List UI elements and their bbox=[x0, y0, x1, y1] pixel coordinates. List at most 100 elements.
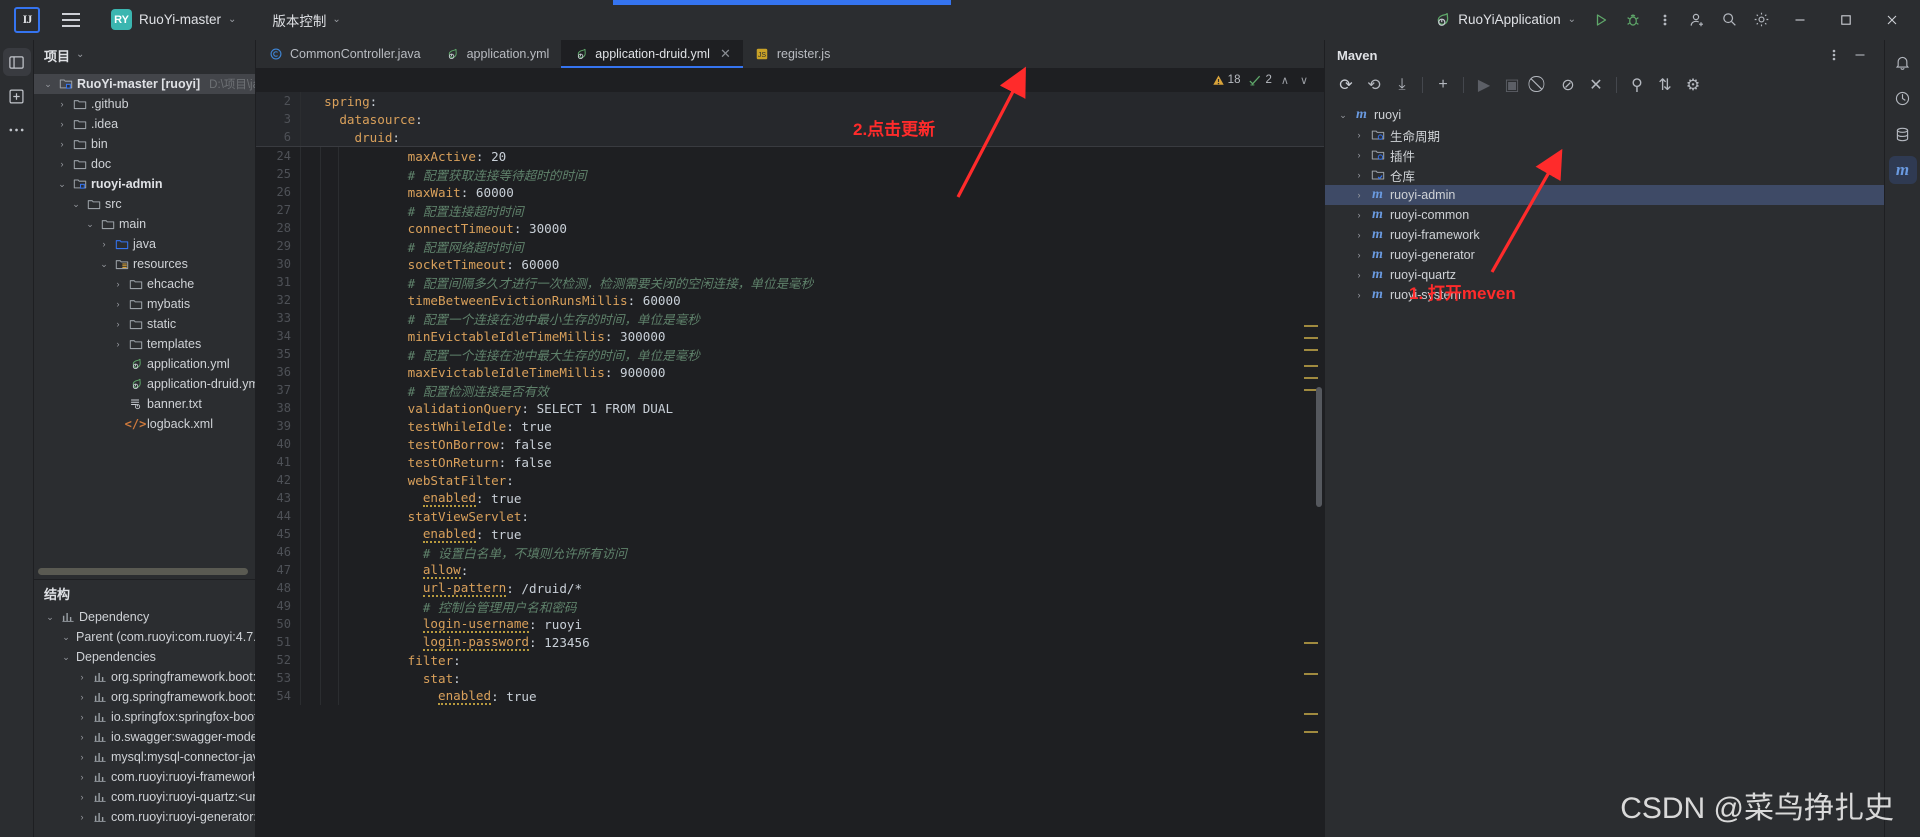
project-tree-item[interactable]: › templates bbox=[34, 334, 255, 354]
chevron-down-icon[interactable]: ⌄ bbox=[76, 50, 84, 60]
maven-tree-item[interactable]: › m ruoyi-framework bbox=[1325, 225, 1884, 245]
maven-tool-window-icon[interactable]: m bbox=[1888, 156, 1917, 184]
tree-expand-arrow-icon[interactable]: › bbox=[1353, 290, 1365, 300]
structure-tree-item[interactable]: › com.ruoyi:ruoyi-framework:<un bbox=[34, 767, 256, 787]
database-icon[interactable] bbox=[1889, 120, 1917, 148]
code-line[interactable]: 54 enabled: true bbox=[256, 687, 1324, 705]
tree-expand-arrow-icon[interactable]: › bbox=[76, 712, 88, 722]
project-tool-window-icon[interactable] bbox=[2, 48, 31, 76]
tree-expand-arrow-icon[interactable]: ⌄ bbox=[60, 632, 72, 643]
tree-expand-arrow-icon[interactable]: › bbox=[56, 139, 68, 149]
code-line[interactable]: 41 testOnReturn: false bbox=[256, 453, 1324, 471]
project-tree-item[interactable]: › ehcache bbox=[34, 274, 255, 294]
tree-expand-arrow-icon[interactable]: ⌄ bbox=[56, 179, 68, 190]
code-line[interactable]: 35 # 配置一个连接在池中最大生存的时间，单位是毫秒 bbox=[256, 345, 1324, 363]
tree-expand-arrow-icon[interactable]: ⌄ bbox=[44, 612, 56, 623]
inspection-results[interactable]: 18 2 ∧ ∨ bbox=[1212, 74, 1308, 87]
project-tree-item[interactable]: application.yml bbox=[34, 354, 255, 374]
maven-settings-icon[interactable]: ⚙ bbox=[1680, 73, 1706, 97]
tree-expand-arrow-icon[interactable]: › bbox=[76, 792, 88, 802]
project-tree-item[interactable]: › bin bbox=[34, 134, 255, 154]
maven-toolbar[interactable]: ⟳⟲⤓ + ▶▣⃠⊘✕ ⚲⇅⚙ bbox=[1325, 70, 1884, 100]
maven-tree-item[interactable]: › 插件 bbox=[1325, 145, 1884, 165]
close-tab-icon[interactable]: ✕ bbox=[720, 46, 731, 62]
structure-tree-item[interactable]: › org.springframework.boot:spri bbox=[34, 687, 256, 707]
code-line[interactable]: 33 # 配置一个连接在池中最小生存的时间，单位是毫秒 bbox=[256, 309, 1324, 327]
tree-expand-arrow-icon[interactable]: › bbox=[112, 319, 124, 329]
settings-gear-icon[interactable] bbox=[1746, 5, 1776, 35]
project-tree-item[interactable]: › .github bbox=[34, 94, 255, 114]
structure-tree-item[interactable]: ⌄ Parent (com.ruoyi:com.ruoyi:4.7.9") bbox=[34, 627, 255, 647]
project-file-tree[interactable]: ⌄ RuoYi-master [ruoyi] D:\项目\java\Ru › .gith… bbox=[34, 70, 255, 565]
project-tree-item[interactable]: banner.txt bbox=[34, 394, 255, 414]
tree-expand-arrow-icon[interactable]: ⌄ bbox=[70, 199, 82, 210]
reload-all-maven-projects-icon[interactable]: ⟳ bbox=[1333, 73, 1359, 97]
code-line[interactable]: 49 # 控制台管理用户名和密码 bbox=[256, 597, 1324, 615]
tree-expand-arrow-icon[interactable]: › bbox=[76, 732, 88, 742]
structure-tree-item[interactable]: ⌄ Dependencies bbox=[34, 647, 255, 667]
code-line[interactable]: 26 maxWait: 60000 bbox=[256, 183, 1324, 201]
project-tree-item[interactable]: › doc bbox=[34, 154, 255, 174]
tree-expand-arrow-icon[interactable]: › bbox=[1353, 270, 1365, 280]
code-line[interactable]: 3 datasource: bbox=[256, 110, 1324, 128]
tree-expand-arrow-icon[interactable]: › bbox=[1353, 150, 1365, 160]
code-line[interactable]: 45 enabled: true bbox=[256, 525, 1324, 543]
code-line[interactable]: 34 minEvictableIdleTimeMillis: 300000 bbox=[256, 327, 1324, 345]
tree-expand-arrow-icon[interactable]: › bbox=[76, 812, 88, 822]
main-menu-button[interactable] bbox=[54, 3, 88, 37]
code-line[interactable]: 32 timeBetweenEvictionRunsMillis: 60000 bbox=[256, 291, 1324, 309]
code-line[interactable]: 44 statViewServlet: bbox=[256, 507, 1324, 525]
run-button[interactable] bbox=[1586, 5, 1616, 35]
code-line[interactable]: 36 maxEvictableIdleTimeMillis: 900000 bbox=[256, 363, 1324, 381]
project-tree-item[interactable]: › mybatis bbox=[34, 294, 255, 314]
tree-expand-arrow-icon[interactable]: › bbox=[1353, 250, 1365, 260]
account-icon[interactable] bbox=[1682, 5, 1712, 35]
toggle-offline-mode-icon[interactable]: ⊘ bbox=[1555, 73, 1581, 97]
project-tree-item[interactable]: </> logback.xml bbox=[34, 414, 255, 434]
tree-expand-arrow-icon[interactable]: › bbox=[112, 299, 124, 309]
next-problem-button[interactable]: ∨ bbox=[1300, 74, 1308, 87]
code-line[interactable]: 25 # 配置获取连接等待超时的时间 bbox=[256, 165, 1324, 183]
project-tree-item[interactable]: ⌄ src bbox=[34, 194, 255, 214]
tree-expand-arrow-icon[interactable]: › bbox=[56, 99, 68, 109]
maven-tree-item[interactable]: › m ruoyi-admin bbox=[1325, 185, 1884, 205]
editor-tab[interactable]: JS register.js bbox=[743, 40, 843, 68]
tree-expand-arrow-icon[interactable]: › bbox=[56, 159, 68, 169]
structure-tree-item[interactable]: › com.ruoyi:ruoyi-generator:<unk bbox=[34, 807, 256, 827]
tree-expand-arrow-icon[interactable]: ⌄ bbox=[42, 79, 54, 90]
tree-expand-arrow-icon[interactable]: › bbox=[1353, 210, 1365, 220]
editor-vertical-scrollbar[interactable] bbox=[1316, 387, 1322, 507]
tree-expand-arrow-icon[interactable]: › bbox=[76, 752, 88, 762]
search-icon[interactable] bbox=[1714, 5, 1744, 35]
code-line[interactable]: 38 validationQuery: SELECT 1 FROM DUAL bbox=[256, 399, 1324, 417]
debug-button[interactable] bbox=[1618, 5, 1648, 35]
editor-tab[interactable]: CommonController.java bbox=[256, 40, 433, 68]
tree-expand-arrow-icon[interactable]: › bbox=[56, 119, 68, 129]
code-line[interactable]: 42 webStatFilter: bbox=[256, 471, 1324, 489]
maven-tree-item[interactable]: › m ruoyi-quartz bbox=[1325, 265, 1884, 285]
code-line[interactable]: 6 druid: bbox=[256, 128, 1324, 146]
code-line[interactable]: 31 # 配置间隔多久才进行一次检测，检测需要关闭的空闲连接，单位是毫秒 bbox=[256, 273, 1324, 291]
code-line[interactable]: 27 # 配置连接超时时间 bbox=[256, 201, 1324, 219]
project-tree-item[interactable]: ⌄ RuoYi-master [ruoyi] D:\项目\java\Ru bbox=[34, 74, 255, 94]
add-maven-project-icon[interactable]: + bbox=[1430, 73, 1456, 97]
tree-expand-arrow-icon[interactable]: › bbox=[76, 772, 88, 782]
code-line[interactable]: 50 login-username: ruoyi bbox=[256, 615, 1324, 633]
project-tree-item[interactable]: ⌄ ruoyi-admin bbox=[34, 174, 255, 194]
project-tree-horizontal-scrollbar[interactable] bbox=[36, 568, 248, 575]
project-tree-item[interactable]: application-druid.yml bbox=[34, 374, 255, 394]
code-line[interactable]: 29 # 配置网络超时时间 bbox=[256, 237, 1324, 255]
code-line[interactable]: 48 url-pattern: /druid/* bbox=[256, 579, 1324, 597]
run-configuration-selector[interactable]: RuoYiApplication ⌄ bbox=[1426, 7, 1584, 32]
tree-expand-arrow-icon[interactable]: › bbox=[76, 672, 88, 682]
tree-expand-arrow-icon[interactable]: › bbox=[112, 279, 124, 289]
notifications-icon[interactable] bbox=[1889, 48, 1917, 76]
project-selector[interactable]: RY RuoYi-master ⌄ bbox=[104, 6, 243, 33]
maven-options-icon[interactable] bbox=[1822, 43, 1846, 67]
previous-problem-button[interactable]: ∧ bbox=[1281, 74, 1289, 87]
minimize-window-button[interactable] bbox=[1778, 1, 1822, 39]
expand-all-icon[interactable]: ⇅ bbox=[1652, 73, 1678, 97]
structure-tree-item[interactable]: › com.ruoyi:ruoyi-quartz:<unknov bbox=[34, 787, 256, 807]
project-tree-item[interactable]: ⌄ resources bbox=[34, 254, 255, 274]
close-window-button[interactable] bbox=[1870, 1, 1914, 39]
